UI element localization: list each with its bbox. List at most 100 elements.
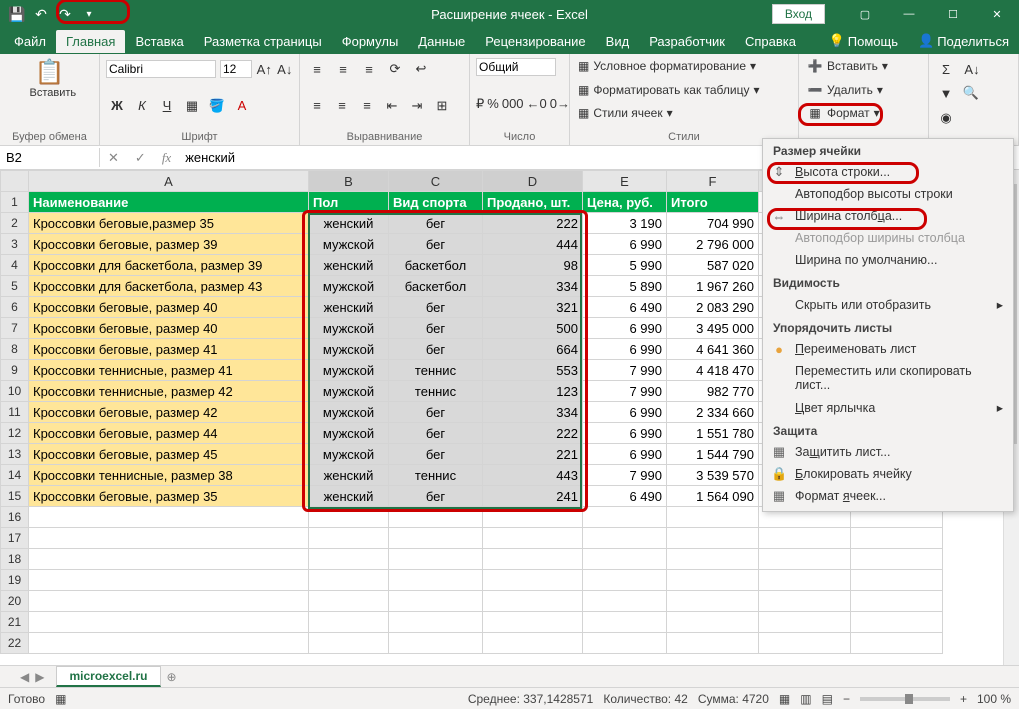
cell[interactable] <box>389 507 483 528</box>
clear-icon[interactable]: ◉ <box>935 107 957 129</box>
paste-button[interactable]: 📋Вставить <box>30 58 70 99</box>
cell[interactable] <box>29 612 309 633</box>
cell[interactable] <box>483 507 583 528</box>
cell[interactable]: 1 967 260 <box>667 276 759 297</box>
cell[interactable]: бег <box>389 234 483 255</box>
accept-fx-icon[interactable]: ✓ <box>127 150 154 166</box>
delete-cells[interactable]: ➖Удалить ▾ <box>805 82 922 98</box>
table-header-cell[interactable]: Наименование <box>29 192 309 213</box>
format-as-table[interactable]: ▦Форматировать как таблицу ▾ <box>576 82 792 98</box>
cell[interactable] <box>759 570 851 591</box>
menu-row-height[interactable]: ⇕Высота строки... <box>763 161 1013 183</box>
col-header-A[interactable]: A <box>29 171 309 192</box>
cell[interactable] <box>667 633 759 654</box>
tab-review[interactable]: Рецензирование <box>475 30 595 53</box>
row-header-10[interactable]: 10 <box>1 381 29 402</box>
cell[interactable]: 6 990 <box>583 234 667 255</box>
table-header-cell[interactable]: Продано, шт. <box>483 192 583 213</box>
indent-inc-icon[interactable]: ⇥ <box>406 95 428 117</box>
cell[interactable] <box>29 570 309 591</box>
cell[interactable] <box>29 633 309 654</box>
cell[interactable] <box>851 549 943 570</box>
cell[interactable] <box>583 591 667 612</box>
row-header-21[interactable]: 21 <box>1 612 29 633</box>
font-shrink-icon[interactable]: A↓ <box>277 58 294 80</box>
cell[interactable]: бег <box>389 486 483 507</box>
cell[interactable]: бег <box>389 213 483 234</box>
accessibility-icon[interactable]: ▦ <box>55 692 66 706</box>
cell[interactable]: 98 <box>483 255 583 276</box>
cell[interactable]: 6 990 <box>583 444 667 465</box>
cell[interactable]: мужской <box>309 318 389 339</box>
cell[interactable]: 334 <box>483 276 583 297</box>
cell[interactable]: мужской <box>309 381 389 402</box>
cell[interactable] <box>583 570 667 591</box>
minimize-icon[interactable]: — <box>887 0 931 28</box>
cell[interactable] <box>667 549 759 570</box>
col-header-E[interactable]: E <box>583 171 667 192</box>
cell[interactable] <box>759 612 851 633</box>
cell[interactable]: Кроссовки теннисные, размер 38 <box>29 465 309 486</box>
view-break-icon[interactable]: ▤ <box>822 692 833 706</box>
cell[interactable] <box>29 591 309 612</box>
menu-rename-sheet[interactable]: ●Переименовать лист <box>763 338 1013 360</box>
cell[interactable]: теннис <box>389 360 483 381</box>
col-header-F[interactable]: F <box>667 171 759 192</box>
cell[interactable]: 587 020 <box>667 255 759 276</box>
dec-inc-icon[interactable]: ←0 <box>527 93 547 115</box>
cell[interactable]: 443 <box>483 465 583 486</box>
col-header-D[interactable]: D <box>483 171 583 192</box>
cell[interactable] <box>583 528 667 549</box>
row-header-4[interactable]: 4 <box>1 255 29 276</box>
col-header-B[interactable]: B <box>309 171 389 192</box>
menu-default-width[interactable]: Ширина по умолчанию... <box>763 249 1013 271</box>
cell[interactable] <box>309 570 389 591</box>
cell[interactable] <box>309 633 389 654</box>
row-header-13[interactable]: 13 <box>1 444 29 465</box>
cell[interactable]: бег <box>389 339 483 360</box>
tab-view[interactable]: Вид <box>596 30 640 53</box>
cell[interactable]: 3 539 570 <box>667 465 759 486</box>
cell[interactable] <box>29 507 309 528</box>
cell[interactable]: бег <box>389 297 483 318</box>
menu-format-cells[interactable]: ▦Формат ячеек... <box>763 485 1013 507</box>
cell[interactable]: мужской <box>309 444 389 465</box>
cell[interactable]: 1 564 090 <box>667 486 759 507</box>
cell[interactable]: 221 <box>483 444 583 465</box>
cell[interactable]: мужской <box>309 402 389 423</box>
cell[interactable] <box>29 549 309 570</box>
cell[interactable] <box>309 528 389 549</box>
cell[interactable]: Кроссовки беговые, размер 40 <box>29 297 309 318</box>
cell[interactable]: 123 <box>483 381 583 402</box>
align-left-icon[interactable]: ≡ <box>306 95 328 117</box>
cell[interactable]: Кроссовки беговые, размер 42 <box>29 402 309 423</box>
align-top-icon[interactable]: ≡ <box>306 58 328 80</box>
tab-insert[interactable]: Вставка <box>125 30 193 53</box>
cell[interactable]: 6 990 <box>583 339 667 360</box>
cell[interactable]: бег <box>389 423 483 444</box>
share-button[interactable]: 👤Поделиться <box>908 29 1019 53</box>
cell[interactable]: 500 <box>483 318 583 339</box>
cell[interactable]: баскетбол <box>389 276 483 297</box>
font-grow-icon[interactable]: A↑ <box>256 58 273 80</box>
row-header-2[interactable]: 2 <box>1 213 29 234</box>
cell[interactable] <box>667 507 759 528</box>
row-header-9[interactable]: 9 <box>1 360 29 381</box>
row-header-8[interactable]: 8 <box>1 339 29 360</box>
cell[interactable]: Кроссовки беговые, размер 39 <box>29 234 309 255</box>
fx-icon[interactable]: fx <box>154 150 179 166</box>
font-name[interactable] <box>106 60 216 78</box>
cell[interactable]: 241 <box>483 486 583 507</box>
tab-data[interactable]: Данные <box>408 30 475 53</box>
cell[interactable] <box>667 612 759 633</box>
cell[interactable]: женский <box>309 213 389 234</box>
name-box[interactable] <box>0 148 100 167</box>
row-header-7[interactable]: 7 <box>1 318 29 339</box>
cell[interactable] <box>851 591 943 612</box>
cell[interactable]: мужской <box>309 339 389 360</box>
cell[interactable]: 6 990 <box>583 402 667 423</box>
cell[interactable] <box>759 549 851 570</box>
cell[interactable]: 7 990 <box>583 381 667 402</box>
row-header-12[interactable]: 12 <box>1 423 29 444</box>
cell[interactable]: 3 190 <box>583 213 667 234</box>
